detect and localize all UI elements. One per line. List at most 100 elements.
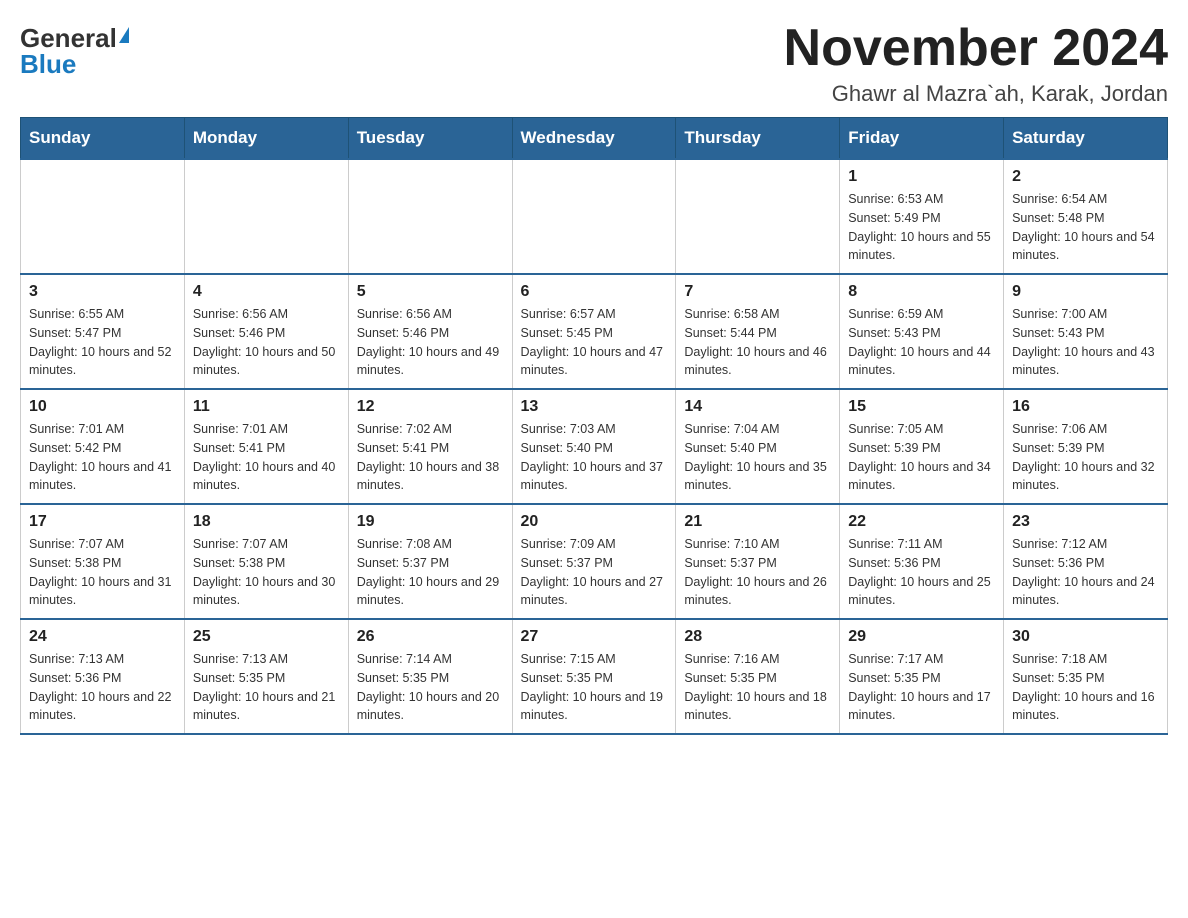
day-info: Sunrise: 6:56 AM Sunset: 5:46 PM Dayligh… [193, 305, 340, 380]
day-info: Sunrise: 7:14 AM Sunset: 5:35 PM Dayligh… [357, 650, 504, 725]
day-number: 17 [29, 513, 176, 531]
calendar-cell: 7 Sunrise: 6:58 AM Sunset: 5:44 PM Daylig… [676, 274, 840, 389]
day-number: 22 [848, 513, 995, 531]
day-number: 18 [193, 513, 340, 531]
calendar-cell: 17 Sunrise: 7:07 AM Sunset: 5:38 PM Dayli… [21, 504, 185, 619]
calendar-cell: 24 Sunrise: 7:13 AM Sunset: 5:36 PM Dayli… [21, 619, 185, 734]
day-number: 26 [357, 628, 504, 646]
calendar-cell: 30Sunrise: 7:18 AM Sunset: 5:35 PM Dayli… [1004, 619, 1168, 734]
day-number: 7 [684, 283, 831, 301]
day-number: 21 [684, 513, 831, 531]
day-number: 3 [29, 283, 176, 301]
calendar-header-saturday: Saturday [1004, 118, 1168, 160]
day-info: Sunrise: 7:02 AM Sunset: 5:41 PM Dayligh… [357, 420, 504, 495]
day-number: 11 [193, 398, 340, 416]
day-info: Sunrise: 7:07 AM Sunset: 5:38 PM Dayligh… [193, 535, 340, 610]
calendar-header-wednesday: Wednesday [512, 118, 676, 160]
calendar-cell: 10Sunrise: 7:01 AM Sunset: 5:42 PM Dayli… [21, 389, 185, 504]
calendar-cell: 27Sunrise: 7:15 AM Sunset: 5:35 PM Dayli… [512, 619, 676, 734]
day-number: 13 [521, 398, 668, 416]
day-number: 9 [1012, 283, 1159, 301]
calendar-cell: 20 Sunrise: 7:09 AM Sunset: 5:37 PM Dayli… [512, 504, 676, 619]
calendar-header-friday: Friday [840, 118, 1004, 160]
calendar-week-5: 24 Sunrise: 7:13 AM Sunset: 5:36 PM Dayli… [21, 619, 1168, 734]
day-info: Sunrise: 7:13 AM Sunset: 5:35 PM Dayligh… [193, 650, 340, 725]
day-info: Sunrise: 7:13 AM Sunset: 5:36 PM Dayligh… [29, 650, 176, 725]
day-number: 15 [848, 398, 995, 416]
day-info: Sunrise: 7:00 AM Sunset: 5:43 PM Dayligh… [1012, 305, 1159, 380]
calendar-cell: 11 Sunrise: 7:01 AM Sunset: 5:41 PM Dayli… [184, 389, 348, 504]
calendar-header-row: SundayMondayTuesdayWednesdayThursdayFrid… [21, 118, 1168, 160]
day-number: 4 [193, 283, 340, 301]
calendar-cell: 18 Sunrise: 7:07 AM Sunset: 5:38 PM Dayli… [184, 504, 348, 619]
calendar-cell [512, 159, 676, 274]
calendar-table: SundayMondayTuesdayWednesdayThursdayFrid… [20, 117, 1168, 735]
calendar-header-sunday: Sunday [21, 118, 185, 160]
day-number: 5 [357, 283, 504, 301]
day-info: Sunrise: 6:54 AM Sunset: 5:48 PM Dayligh… [1012, 190, 1159, 265]
day-number: 2 [1012, 168, 1159, 186]
calendar-cell: 15 Sunrise: 7:05 AM Sunset: 5:39 PM Dayli… [840, 389, 1004, 504]
calendar-cell: 6 Sunrise: 6:57 AM Sunset: 5:45 PM Daylig… [512, 274, 676, 389]
title-block: November 2024 Ghawr al Mazra`ah, Karak, … [784, 20, 1168, 107]
day-number: 23 [1012, 513, 1159, 531]
calendar-cell: 13 Sunrise: 7:03 AM Sunset: 5:40 PM Dayli… [512, 389, 676, 504]
day-info: Sunrise: 6:58 AM Sunset: 5:44 PM Dayligh… [684, 305, 831, 380]
day-info: Sunrise: 7:05 AM Sunset: 5:39 PM Dayligh… [848, 420, 995, 495]
day-number: 28 [684, 628, 831, 646]
day-number: 25 [193, 628, 340, 646]
calendar-header-thursday: Thursday [676, 118, 840, 160]
calendar-cell [676, 159, 840, 274]
day-number: 29 [848, 628, 995, 646]
calendar-cell: 25 Sunrise: 7:13 AM Sunset: 5:35 PM Dayli… [184, 619, 348, 734]
day-info: Sunrise: 6:57 AM Sunset: 5:45 PM Dayligh… [521, 305, 668, 380]
calendar-cell: 5 Sunrise: 6:56 AM Sunset: 5:46 PM Daylig… [348, 274, 512, 389]
logo-blue-text: Blue [20, 51, 76, 77]
day-number: 12 [357, 398, 504, 416]
day-info: Sunrise: 7:03 AM Sunset: 5:40 PM Dayligh… [521, 420, 668, 495]
calendar-cell: 21Sunrise: 7:10 AM Sunset: 5:37 PM Dayli… [676, 504, 840, 619]
day-info: Sunrise: 7:11 AM Sunset: 5:36 PM Dayligh… [848, 535, 995, 610]
calendar-cell: 1Sunrise: 6:53 AM Sunset: 5:49 PM Daylig… [840, 159, 1004, 274]
calendar-cell [348, 159, 512, 274]
day-number: 6 [521, 283, 668, 301]
calendar-title: November 2024 [784, 20, 1168, 77]
calendar-cell: 8Sunrise: 6:59 AM Sunset: 5:43 PM Daylig… [840, 274, 1004, 389]
calendar-cell: 22 Sunrise: 7:11 AM Sunset: 5:36 PM Dayli… [840, 504, 1004, 619]
calendar-cell: 12 Sunrise: 7:02 AM Sunset: 5:41 PM Dayli… [348, 389, 512, 504]
calendar-cell: 26 Sunrise: 7:14 AM Sunset: 5:35 PM Dayli… [348, 619, 512, 734]
day-info: Sunrise: 7:16 AM Sunset: 5:35 PM Dayligh… [684, 650, 831, 725]
day-number: 20 [521, 513, 668, 531]
day-info: Sunrise: 7:04 AM Sunset: 5:40 PM Dayligh… [684, 420, 831, 495]
calendar-cell [184, 159, 348, 274]
day-number: 27 [521, 628, 668, 646]
day-info: Sunrise: 7:01 AM Sunset: 5:42 PM Dayligh… [29, 420, 176, 495]
day-info: Sunrise: 7:01 AM Sunset: 5:41 PM Dayligh… [193, 420, 340, 495]
calendar-week-2: 3 Sunrise: 6:55 AM Sunset: 5:47 PM Daylig… [21, 274, 1168, 389]
day-info: Sunrise: 6:55 AM Sunset: 5:47 PM Dayligh… [29, 305, 176, 380]
day-info: Sunrise: 6:56 AM Sunset: 5:46 PM Dayligh… [357, 305, 504, 380]
calendar-cell: 19 Sunrise: 7:08 AM Sunset: 5:37 PM Dayli… [348, 504, 512, 619]
day-number: 24 [29, 628, 176, 646]
day-info: Sunrise: 7:08 AM Sunset: 5:37 PM Dayligh… [357, 535, 504, 610]
logo-triangle-icon [119, 27, 129, 43]
calendar-cell: 23Sunrise: 7:12 AM Sunset: 5:36 PM Dayli… [1004, 504, 1168, 619]
location-subtitle: Ghawr al Mazra`ah, Karak, Jordan [784, 81, 1168, 107]
calendar-cell: 29 Sunrise: 7:17 AM Sunset: 5:35 PM Dayli… [840, 619, 1004, 734]
calendar-week-4: 17 Sunrise: 7:07 AM Sunset: 5:38 PM Dayli… [21, 504, 1168, 619]
day-info: Sunrise: 7:06 AM Sunset: 5:39 PM Dayligh… [1012, 420, 1159, 495]
day-number: 30 [1012, 628, 1159, 646]
day-number: 16 [1012, 398, 1159, 416]
calendar-cell: 2 Sunrise: 6:54 AM Sunset: 5:48 PM Daylig… [1004, 159, 1168, 274]
calendar-cell: 16 Sunrise: 7:06 AM Sunset: 5:39 PM Dayli… [1004, 389, 1168, 504]
day-info: Sunrise: 7:07 AM Sunset: 5:38 PM Dayligh… [29, 535, 176, 610]
day-number: 1 [848, 168, 995, 186]
calendar-week-1: 1Sunrise: 6:53 AM Sunset: 5:49 PM Daylig… [21, 159, 1168, 274]
day-info: Sunrise: 7:17 AM Sunset: 5:35 PM Dayligh… [848, 650, 995, 725]
day-info: Sunrise: 7:09 AM Sunset: 5:37 PM Dayligh… [521, 535, 668, 610]
calendar-header-monday: Monday [184, 118, 348, 160]
day-number: 19 [357, 513, 504, 531]
day-number: 8 [848, 283, 995, 301]
calendar-cell: 4 Sunrise: 6:56 AM Sunset: 5:46 PM Daylig… [184, 274, 348, 389]
calendar-cell: 28 Sunrise: 7:16 AM Sunset: 5:35 PM Dayli… [676, 619, 840, 734]
